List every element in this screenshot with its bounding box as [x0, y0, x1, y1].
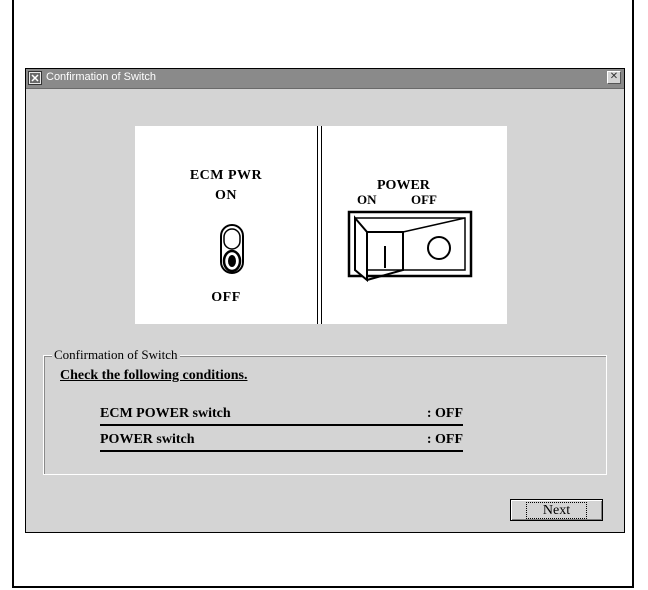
- switch-illustration: ECM PWR ON OFF POWER ON OFF: [135, 126, 507, 324]
- condition-value: : OFF: [426, 406, 463, 421]
- ecm-pwr-title: ECM PWR: [189, 168, 263, 183]
- dialog-window: Confirmation of Switch ✕ ECM PWR ON OFF …: [25, 68, 625, 533]
- conditions-heading: Check the following conditions.: [60, 368, 248, 383]
- window-title: Confirmation of Switch: [46, 71, 157, 83]
- condition-name: POWER switch: [100, 432, 195, 447]
- toggle-switch-icon: [220, 224, 244, 274]
- group-legend: Confirmation of Switch: [52, 347, 180, 363]
- ecm-off-label: OFF: [211, 290, 241, 305]
- rocker-switch-icon: [347, 210, 473, 282]
- ecm-on-label: ON: [215, 188, 237, 203]
- app-icon: [28, 71, 42, 85]
- divider: [321, 126, 322, 324]
- condition-value: : OFF: [426, 432, 463, 447]
- power-off-label: OFF: [411, 192, 437, 207]
- divider: [317, 126, 318, 324]
- title-bar[interactable]: Confirmation of Switch ✕: [26, 69, 624, 89]
- next-button-label: Next: [525, 501, 588, 519]
- condition-name: ECM POWER switch: [100, 406, 231, 421]
- close-icon[interactable]: ✕: [607, 71, 621, 84]
- power-on-label: ON: [357, 192, 377, 207]
- confirmation-group: Confirmation of Switch Check the followi…: [43, 347, 607, 475]
- condition-row-ecm-power: ECM POWER switch : OFF: [100, 406, 463, 426]
- next-button[interactable]: Next: [510, 499, 603, 521]
- condition-row-power: POWER switch : OFF: [100, 432, 463, 452]
